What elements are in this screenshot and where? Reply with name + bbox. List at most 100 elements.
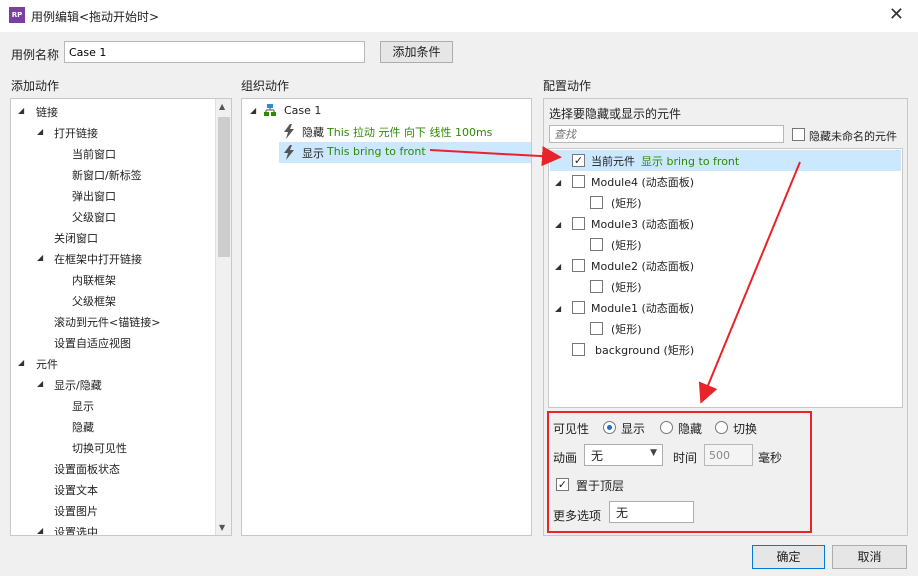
add-action-heading: 添加动作 xyxy=(11,79,60,93)
tree-item[interactable]: 父级窗口 xyxy=(72,209,116,225)
collapse-icon[interactable]: ◢ xyxy=(555,304,561,313)
tree-item[interactable]: 隐藏 xyxy=(72,419,94,435)
tree-item[interactable]: 设置选中 xyxy=(54,524,98,535)
widget-name: (矩形) xyxy=(611,323,642,336)
widget-checkbox[interactable] xyxy=(572,259,585,272)
widget-name: (矩形) xyxy=(611,197,642,210)
widget-checkbox[interactable]: ✓ xyxy=(572,154,585,167)
case-name-input[interactable] xyxy=(64,41,365,63)
widget-name: Module2 (动态面板) xyxy=(591,260,695,273)
tree-item[interactable]: 元件 xyxy=(36,356,58,372)
tree-item[interactable]: 设置文本 xyxy=(54,482,98,498)
scroll-down-icon[interactable]: ▼ xyxy=(219,523,225,532)
case-tree-icon xyxy=(264,104,276,116)
case-label[interactable]: Case 1 xyxy=(284,104,321,117)
tree-item[interactable]: 在框架中打开链接 xyxy=(54,251,142,267)
collapse-icon[interactable]: ◢ xyxy=(37,526,43,535)
tree-item[interactable]: 打开链接 xyxy=(54,125,98,141)
tree-item[interactable]: 设置面板状态 xyxy=(54,461,120,477)
tree-item[interactable]: 设置自适应视图 xyxy=(54,335,131,351)
collapse-icon[interactable]: ◢ xyxy=(37,253,43,262)
hide-unnamed-checkbox[interactable] xyxy=(792,128,805,141)
widget-checkbox[interactable] xyxy=(590,322,603,335)
add-condition-button[interactable]: 添加条件 xyxy=(380,41,453,63)
widget-checkbox[interactable] xyxy=(572,217,585,230)
radio-show[interactable] xyxy=(603,421,616,434)
collapse-icon[interactable]: ◢ xyxy=(555,178,561,187)
widget-checkbox[interactable] xyxy=(572,175,585,188)
widget-name: (矩形) xyxy=(611,239,642,252)
animation-value: 无 xyxy=(591,449,604,463)
close-icon[interactable]: ✕ xyxy=(889,4,904,25)
window-title: 用例编辑<拖动开始时> xyxy=(31,10,160,24)
widget-name: 当前元件 xyxy=(591,155,635,168)
tree-item[interactable]: 父级框架 xyxy=(72,293,116,309)
widget-checkbox[interactable] xyxy=(590,238,603,251)
action-verb: 显示 xyxy=(302,147,324,160)
tree-item[interactable]: 滚动到元件<锚链接> xyxy=(54,314,160,330)
collapse-icon[interactable]: ◢ xyxy=(37,379,43,388)
tree-item[interactable]: 关闭窗口 xyxy=(54,230,98,246)
lightning-icon xyxy=(284,124,294,139)
more-options-value: 无 xyxy=(616,506,629,520)
widget-search-input[interactable] xyxy=(549,125,784,143)
tree-item[interactable]: 内联框架 xyxy=(72,272,116,288)
widget-select-title: 选择要隐藏或显示的元件 xyxy=(549,107,682,121)
action-detail: This 拉动 元件 向下 线性 100ms xyxy=(327,126,493,139)
collapse-icon[interactable]: ◢ xyxy=(18,106,24,115)
collapse-icon[interactable]: ◢ xyxy=(555,262,561,271)
collapse-icon[interactable]: ◢ xyxy=(37,127,43,136)
widget-name: background (矩形) xyxy=(595,344,695,357)
action-row-selected[interactable]: 显示 This bring to front xyxy=(279,142,531,163)
widget-detail: 显示 bring to front xyxy=(641,155,740,168)
tree-item[interactable]: 弹出窗口 xyxy=(72,188,116,204)
tree-item[interactable]: 当前窗口 xyxy=(72,146,116,162)
more-options-select[interactable]: 无 xyxy=(609,501,694,523)
app-logo-icon: RP xyxy=(9,7,25,23)
add-action-tree: ◢ 链接 ◢ 打开链接 当前窗口 新窗口/新标签 弹出窗口 父级窗口 关闭窗口 … xyxy=(10,98,232,536)
scroll-up-icon[interactable]: ▲ xyxy=(219,102,225,111)
widget-name: Module4 (动态面板) xyxy=(591,176,695,189)
time-input[interactable] xyxy=(704,444,753,466)
left-scrollbar[interactable]: ▲ ▼ xyxy=(215,99,231,535)
tree-item[interactable]: 设置图片 xyxy=(54,503,98,519)
bring-to-front-checkbox[interactable]: ✓ xyxy=(556,478,569,491)
radio-hide-label: 隐藏 xyxy=(678,422,703,436)
collapse-icon[interactable]: ◢ xyxy=(555,220,561,229)
case-name-label: 用例名称 xyxy=(11,48,60,62)
scroll-thumb[interactable] xyxy=(218,117,230,257)
widget-name: Module1 (动态面板) xyxy=(591,302,695,315)
action-detail: This bring to front xyxy=(327,145,426,158)
widget-list: ✓ 当前元件 显示 bring to front ◢ Module4 (动态面板… xyxy=(548,148,903,408)
tree-item[interactable]: 显示/隐藏 xyxy=(54,377,102,393)
collapse-icon[interactable]: ◢ xyxy=(250,106,256,115)
lightning-icon xyxy=(284,145,294,160)
visibility-label: 可见性 xyxy=(553,422,590,436)
collapse-icon[interactable]: ◢ xyxy=(18,358,24,367)
tree-item[interactable]: 链接 xyxy=(36,104,58,120)
ok-button[interactable]: 确定 xyxy=(752,545,825,569)
hide-unnamed-label: 隐藏未命名的元件 xyxy=(809,130,897,143)
widget-checkbox[interactable] xyxy=(590,280,603,293)
title-bar: RP 用例编辑<拖动开始时> ✕ xyxy=(0,0,918,32)
radio-hide[interactable] xyxy=(660,421,673,434)
cancel-button[interactable]: 取消 xyxy=(832,545,907,569)
widget-name: Module3 (动态面板) xyxy=(591,218,695,231)
action-row[interactable]: 隐藏 This 拉动 元件 向下 线性 100ms xyxy=(279,121,531,142)
chevron-down-icon: ▼ xyxy=(650,448,657,458)
tree-item[interactable]: 显示 xyxy=(72,398,94,414)
widget-checkbox[interactable] xyxy=(590,196,603,209)
time-unit: 毫秒 xyxy=(758,451,783,465)
widget-checkbox[interactable] xyxy=(572,301,585,314)
configure-action-panel: 选择要隐藏或显示的元件 隐藏未命名的元件 ✓ 当前元件 显示 bring to … xyxy=(543,98,908,536)
tree-item[interactable]: 新窗口/新标签 xyxy=(72,167,142,183)
organize-action-tree: ◢ Case 1 隐藏 This 拉动 元件 向下 线性 100ms 显示 Th… xyxy=(241,98,532,536)
bring-to-front-label: 置于顶层 xyxy=(576,479,625,493)
tree-item[interactable]: 切换可见性 xyxy=(72,440,127,456)
configure-action-heading: 配置动作 xyxy=(543,79,592,93)
more-options-label: 更多选项 xyxy=(553,509,602,523)
radio-toggle[interactable] xyxy=(715,421,728,434)
animation-select[interactable]: 无 ▼ xyxy=(584,444,663,466)
action-verb: 隐藏 xyxy=(302,126,324,139)
widget-checkbox[interactable] xyxy=(572,343,585,356)
